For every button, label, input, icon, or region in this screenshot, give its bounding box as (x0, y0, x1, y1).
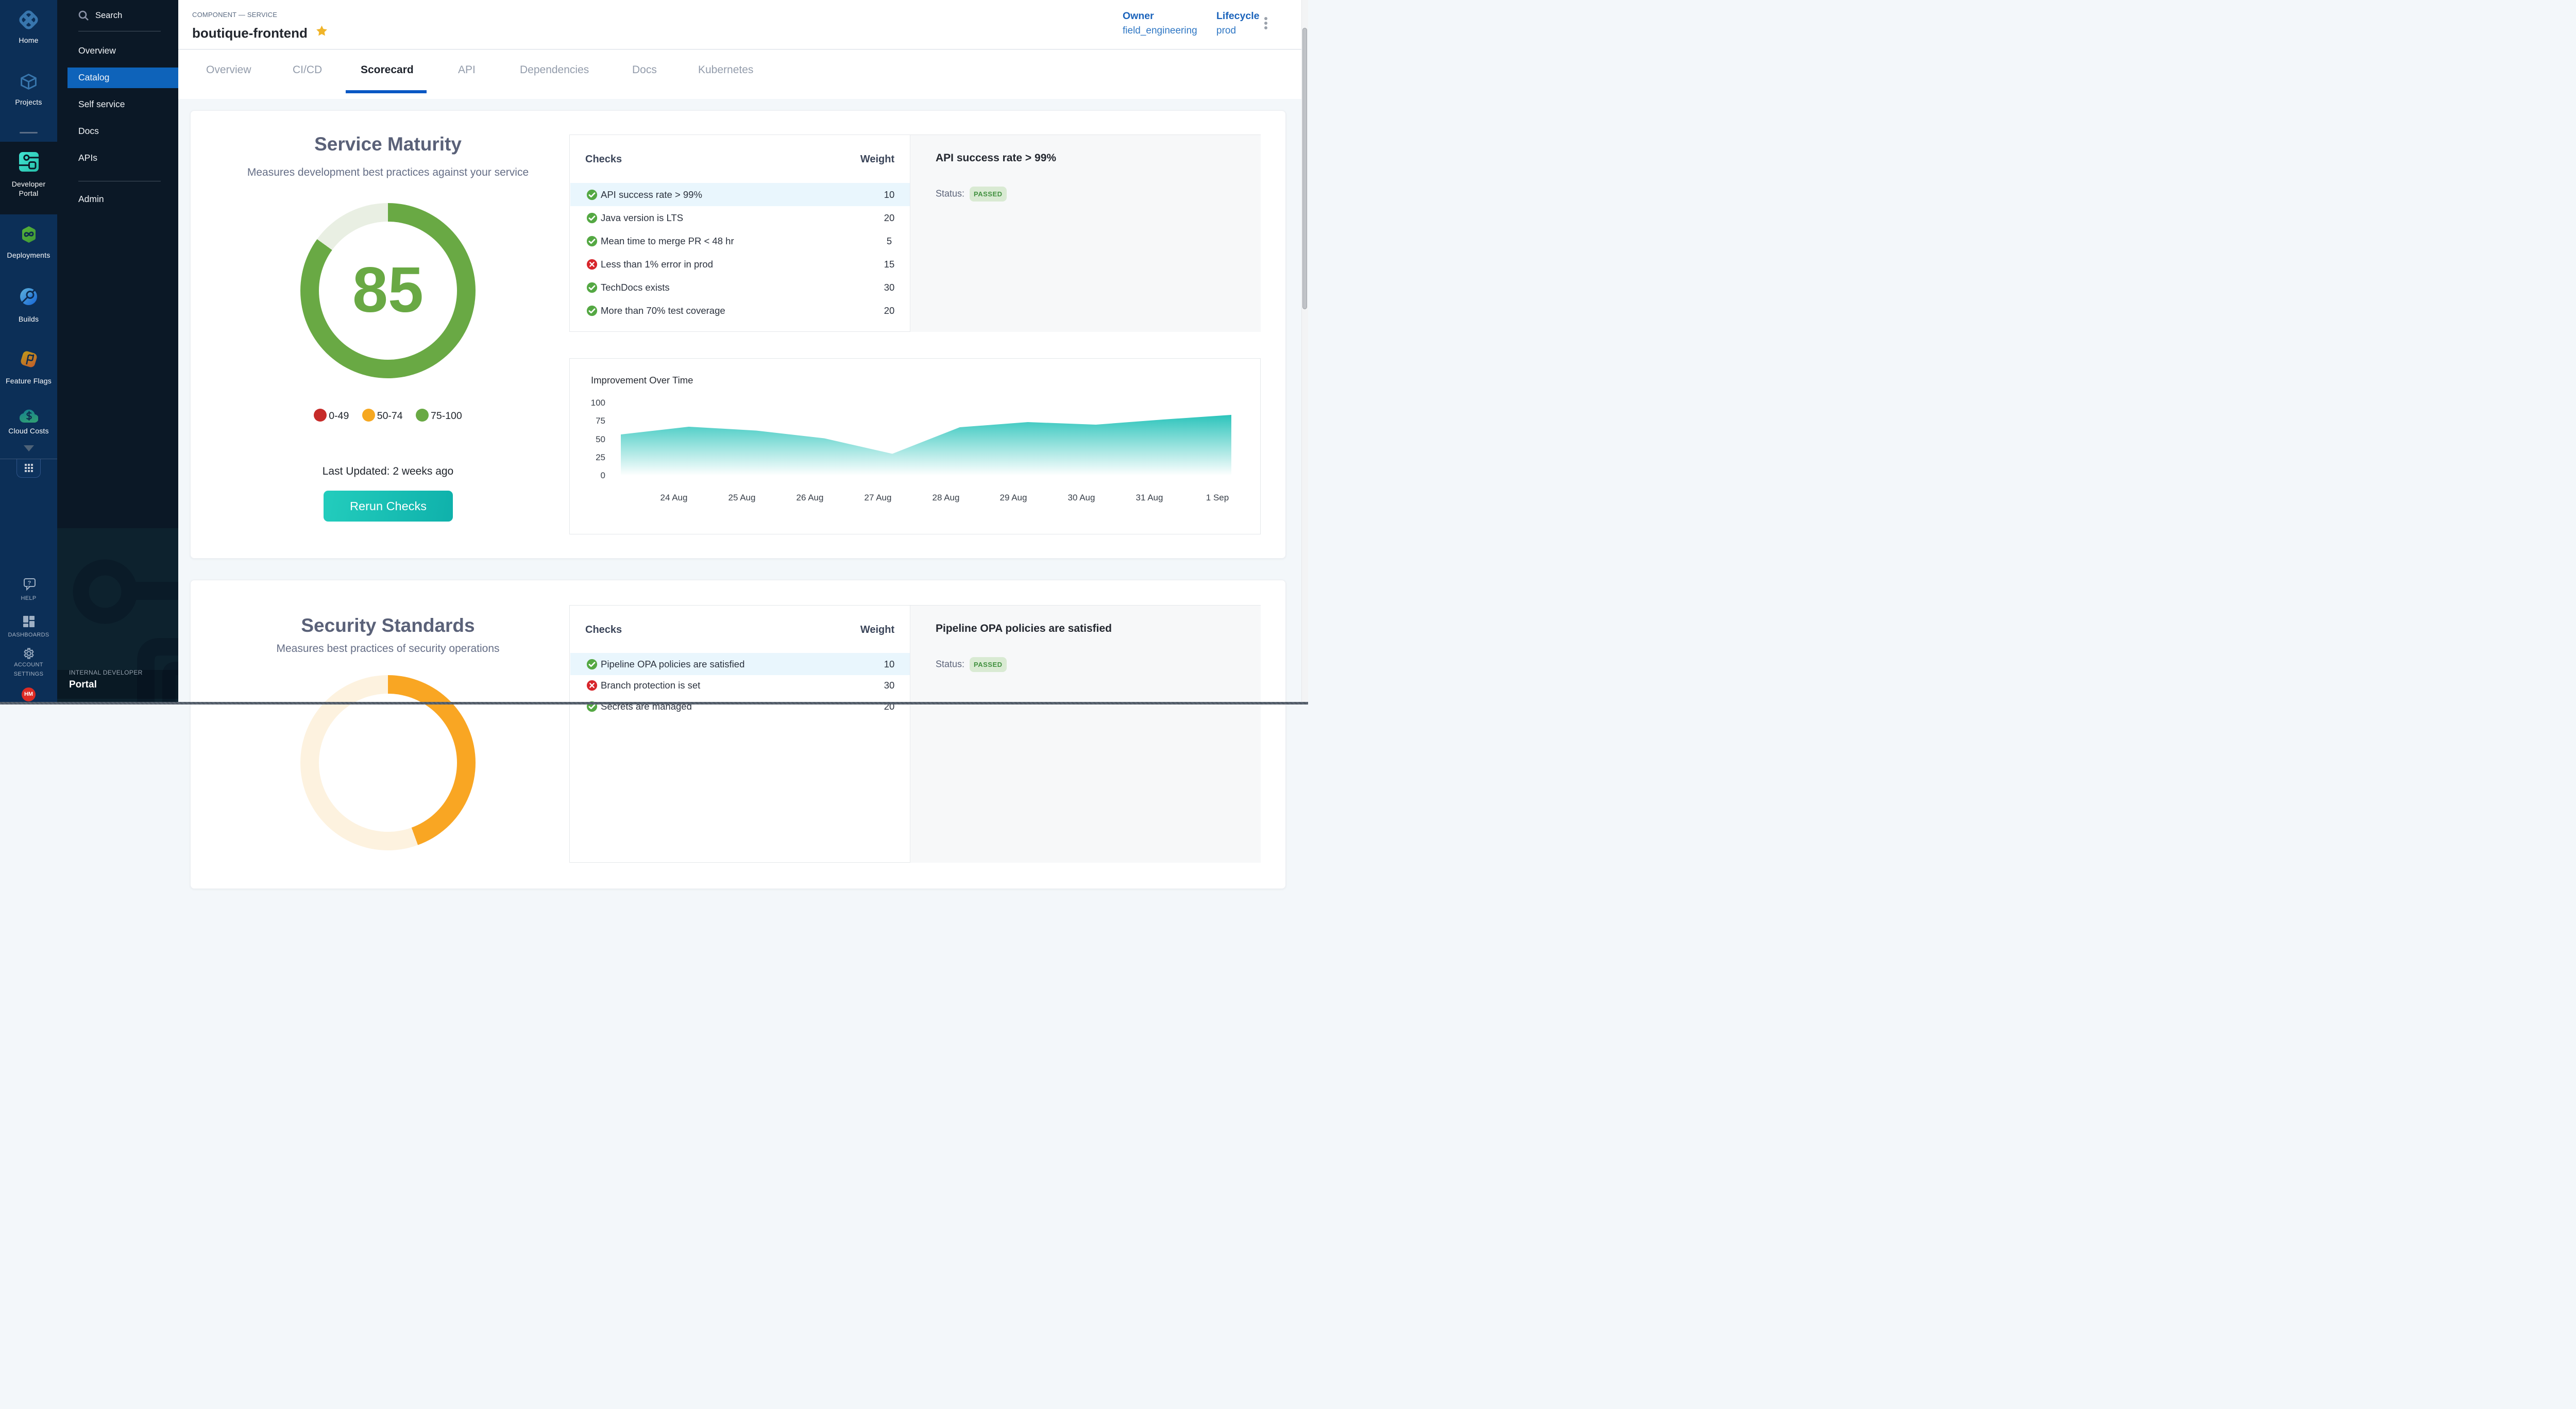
svg-text:?: ? (27, 580, 31, 586)
